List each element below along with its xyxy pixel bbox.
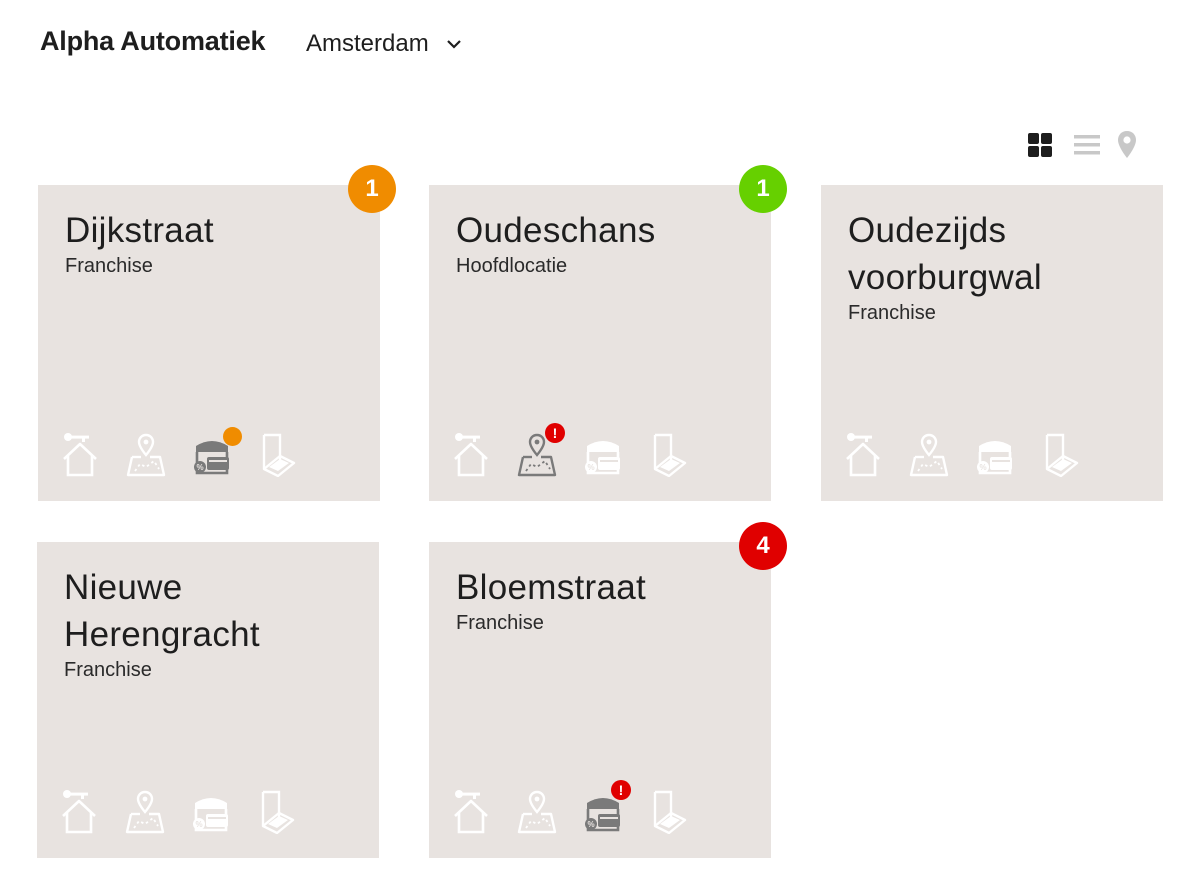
- grid-view-icon[interactable]: [1026, 131, 1054, 159]
- shop-discount-icon[interactable]: %!: [583, 780, 631, 834]
- location-type: Franchise: [65, 255, 153, 277]
- map-view-icon[interactable]: [1116, 130, 1138, 160]
- map-pin-icon[interactable]: [125, 788, 165, 834]
- alert-icon: !: [611, 780, 631, 800]
- shop-discount-icon[interactable]: %: [191, 788, 231, 834]
- shop-discount-icon[interactable]: %: [192, 427, 242, 477]
- chevron-down-icon: [446, 40, 461, 49]
- view-toggle-group: [1026, 130, 1138, 160]
- house-key-icon[interactable]: [451, 431, 491, 477]
- map-pin-icon[interactable]: !: [517, 423, 565, 477]
- location-type: Franchise: [456, 612, 544, 634]
- city-dropdown-value: Amsterdam: [306, 30, 429, 57]
- location-card[interactable]: Nieuwe Herengracht Franchise%: [37, 542, 379, 858]
- scanner-icon[interactable]: [258, 431, 298, 477]
- city-dropdown[interactable]: Amsterdam: [306, 30, 463, 58]
- location-title: Nieuwe Herengracht: [64, 568, 260, 654]
- house-key-icon[interactable]: [60, 431, 100, 477]
- location-title: Oudeschans: [456, 211, 656, 250]
- house-key-icon[interactable]: [59, 788, 99, 834]
- house-key-icon[interactable]: [843, 431, 883, 477]
- scanner-icon[interactable]: [649, 431, 689, 477]
- status-icons: %: [843, 431, 1081, 477]
- map-pin-icon[interactable]: [126, 431, 166, 477]
- notification-badge: 1: [739, 165, 787, 213]
- map-pin-icon[interactable]: [517, 788, 557, 834]
- company-name: Alpha Automatiek: [40, 26, 266, 56]
- location-card[interactable]: Dijkstraat Franchise 1%: [38, 165, 396, 501]
- notification-badge: 4: [739, 522, 787, 570]
- svg-text:%: %: [195, 820, 202, 829]
- location-type: Franchise: [848, 302, 936, 324]
- svg-text:%: %: [196, 463, 203, 472]
- status-dot: [223, 427, 242, 446]
- status-icons: %!: [451, 780, 689, 834]
- location-card[interactable]: Bloemstraat Franchise 4%!: [429, 522, 787, 858]
- alert-icon: !: [545, 423, 565, 443]
- shop-discount-icon[interactable]: %: [975, 431, 1015, 477]
- location-title: Bloemstraat: [456, 568, 647, 607]
- svg-text:%: %: [587, 820, 594, 829]
- status-icons: %: [60, 427, 298, 477]
- svg-text:%: %: [587, 463, 594, 472]
- location-title: Oudezijds voorburgwal: [848, 211, 1042, 297]
- status-icons: %: [59, 788, 297, 834]
- map-pin-icon[interactable]: [909, 431, 949, 477]
- location-card[interactable]: Oudeschans Hoofdlocatie 1!%: [429, 165, 787, 501]
- status-icons: !%: [451, 423, 689, 477]
- location-title: Dijkstraat: [65, 211, 214, 250]
- shop-discount-icon[interactable]: %: [583, 431, 623, 477]
- scanner-icon[interactable]: [649, 788, 689, 834]
- scanner-icon[interactable]: [257, 788, 297, 834]
- house-key-icon[interactable]: [451, 788, 491, 834]
- location-card[interactable]: Oudezijds voorburgwal Franchise%: [821, 185, 1163, 501]
- location-type: Franchise: [64, 659, 152, 681]
- svg-text:%: %: [979, 463, 986, 472]
- location-type: Hoofdlocatie: [456, 255, 568, 277]
- notification-badge: 1: [348, 165, 396, 213]
- scanner-icon[interactable]: [1041, 431, 1081, 477]
- list-view-icon[interactable]: [1072, 131, 1102, 159]
